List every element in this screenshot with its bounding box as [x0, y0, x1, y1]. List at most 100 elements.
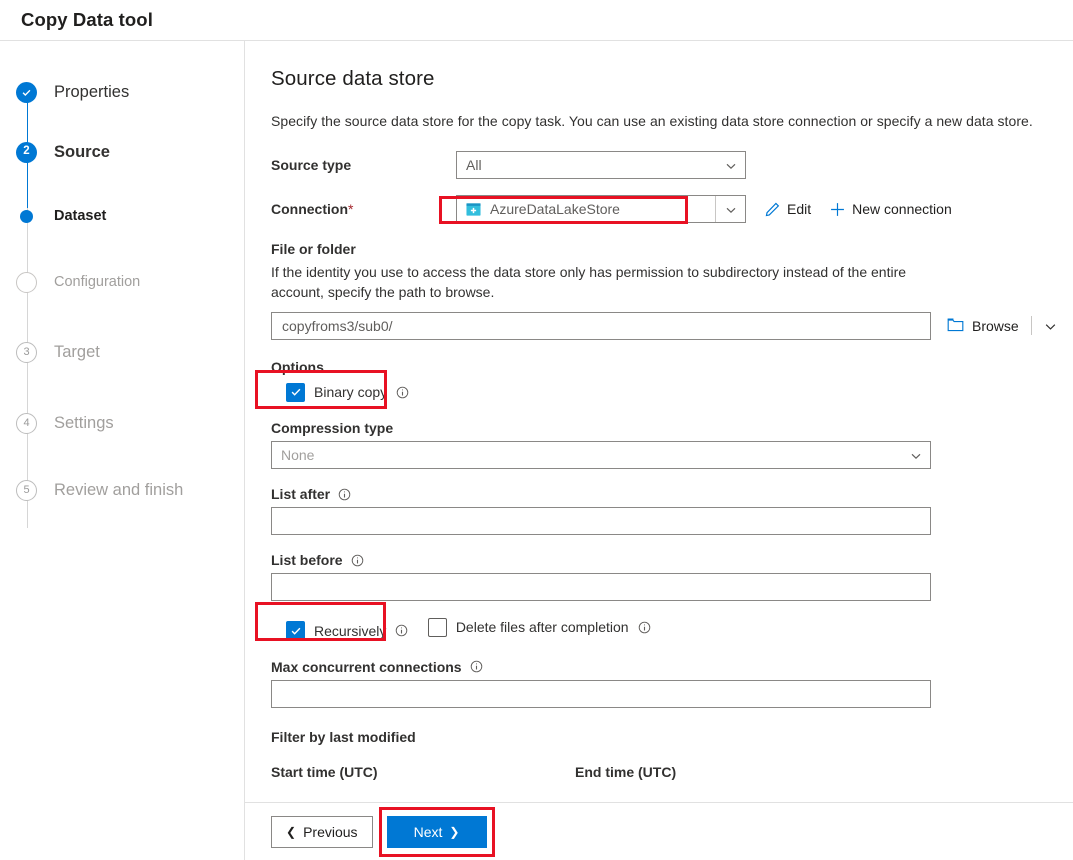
next-label: Next — [413, 823, 443, 840]
step-number-badge: 5 — [16, 479, 37, 501]
compression-type-label: Compression type — [271, 420, 1056, 436]
browse-chevron-down-icon[interactable] — [1044, 320, 1056, 332]
binary-copy-label: Binary copy — [314, 384, 388, 401]
azure-data-lake-store-icon — [466, 202, 481, 217]
sidebar-item-properties[interactable]: Properties — [0, 65, 244, 119]
sidebar-item-review-and-finish[interactable]: 5 Review and finish — [0, 459, 244, 521]
connection-value-text: AzureDataLakeStore — [490, 201, 620, 217]
list-before-label: List before — [271, 552, 1056, 568]
info-icon[interactable] — [351, 554, 364, 567]
info-icon[interactable] — [396, 386, 409, 399]
options-label: Options — [271, 358, 324, 375]
list-after-label: List after — [271, 486, 1056, 502]
step-number-badge: 4 — [16, 412, 37, 434]
connection-label: Connection* — [271, 201, 456, 217]
end-time-label: End time (UTC) — [575, 763, 677, 780]
pencil-icon — [764, 201, 781, 218]
app-header: Copy Data tool — [0, 0, 1073, 41]
new-connection-label: New connection — [852, 201, 952, 217]
app-title: Copy Data tool — [21, 9, 153, 30]
step-check-icon — [16, 81, 37, 103]
sidebar-item-dataset[interactable]: Dataset — [0, 185, 244, 247]
copy-data-tool-window: Copy Data tool Properties 2 Source Datas… — [0, 0, 1073, 860]
step-empty-circle-icon — [16, 271, 37, 293]
sidebar-item-label: Dataset — [54, 208, 107, 224]
previous-label: Previous — [303, 823, 358, 840]
browse-button[interactable]: Browse — [947, 317, 1019, 335]
browse-controls: Browse — [947, 316, 1056, 336]
filter-by-last-modified-label: Filter by last modified — [271, 728, 416, 745]
max-concurrent-connections-input[interactable] — [271, 679, 931, 708]
file-path-input[interactable]: copyfroms3/sub0/ — [271, 311, 931, 340]
chevron-down-icon — [725, 203, 737, 215]
delete-files-checkbox[interactable] — [427, 617, 447, 637]
wizard-footer: ❮ Previous Next ❯ — [245, 802, 1073, 860]
source-type-label: Source type — [271, 157, 352, 173]
recursively-checkbox[interactable] — [286, 621, 305, 641]
recursively-label: Recursively — [314, 622, 387, 639]
sidebar-item-target[interactable]: 3 Target — [0, 317, 244, 387]
info-icon[interactable] — [638, 621, 651, 634]
chevron-down-icon — [725, 159, 737, 171]
browse-label: Browse — [972, 317, 1019, 334]
connection-controls: AzureDataLakeStore Edit New connection — [456, 195, 952, 223]
body-split: Properties 2 Source Dataset Configuratio… — [0, 41, 1073, 860]
binary-copy-checkbox-row[interactable]: Binary copy — [286, 382, 409, 402]
info-icon[interactable] — [338, 488, 351, 501]
start-time-label: Start time (UTC) — [271, 763, 378, 780]
required-indicator: * — [348, 201, 354, 217]
wizard-stepper-sidebar: Properties 2 Source Dataset Configuratio… — [0, 41, 245, 860]
sidebar-item-label: Settings — [54, 413, 114, 432]
sidebar-item-label: Target — [54, 342, 100, 361]
file-or-folder-label: File or folder — [271, 241, 356, 257]
edit-label: Edit — [787, 201, 812, 217]
chevron-down-icon — [910, 449, 922, 461]
folder-icon — [947, 317, 964, 335]
source-type-value: All — [466, 157, 482, 173]
delete-files-label: Delete files after completion — [455, 619, 629, 636]
sidebar-item-label: Configuration — [54, 274, 141, 290]
binary-copy-checkbox[interactable] — [286, 382, 305, 402]
sidebar-item-label: Properties — [54, 82, 130, 101]
plus-icon — [829, 201, 846, 218]
sidebar-item-source[interactable]: 2 Source — [0, 119, 244, 185]
file-path-row: copyfroms3/sub0/ Browse — [271, 311, 1056, 340]
recursively-checkbox-row[interactable]: Recursively — [286, 621, 408, 641]
new-connection-button[interactable]: New connection — [829, 201, 952, 218]
connection-select[interactable]: AzureDataLakeStore — [456, 195, 746, 223]
next-button-wrap: Next ❯ — [378, 806, 495, 857]
page-title: Source data store — [271, 67, 435, 90]
source-type-select[interactable]: All — [456, 151, 746, 179]
file-or-folder-help: If the identity you use to access the da… — [271, 264, 907, 301]
max-concurrent-connections-label-text: Max concurrent connections — [271, 658, 462, 675]
info-icon[interactable] — [395, 624, 408, 637]
connection-row: Connection* AzureDataLakeStore Edit New … — [271, 195, 1056, 223]
list-after-label-text: List after — [271, 486, 331, 503]
max-concurrent-connections-label: Max concurrent connections — [271, 659, 1056, 675]
connection-label-text: Connection — [271, 201, 348, 217]
sidebar-item-configuration[interactable]: Configuration — [0, 247, 244, 317]
source-data-store-form: Source data store Specify the source dat… — [245, 41, 1073, 801]
step-number-badge: 3 — [16, 341, 37, 363]
info-icon[interactable] — [470, 660, 483, 673]
connection-dropdown-arrow[interactable] — [715, 196, 745, 222]
filter-time-row: Start time (UTC) End time (UTC) — [271, 764, 1056, 780]
previous-button[interactable]: ❮ Previous — [271, 815, 373, 848]
delete-files-checkbox-row[interactable]: Delete files after completion — [427, 617, 651, 637]
list-before-label-text: List before — [271, 552, 343, 569]
sidebar-item-settings[interactable]: 4 Settings — [0, 387, 244, 459]
list-after-input[interactable] — [271, 507, 931, 536]
step-dot-icon — [16, 206, 37, 227]
edit-connection-button[interactable]: Edit — [764, 201, 811, 218]
main-panel: Source data store Specify the source dat… — [245, 41, 1073, 860]
connection-selected-value[interactable]: AzureDataLakeStore — [457, 196, 715, 222]
compression-type-select[interactable]: None — [271, 441, 931, 470]
next-button[interactable]: Next ❯ — [386, 815, 487, 848]
browse-separator — [1030, 316, 1032, 336]
step-number-badge: 2 — [16, 141, 37, 163]
sidebar-item-label: Source — [54, 142, 110, 161]
source-type-row: Source type All — [271, 151, 1056, 179]
list-before-input[interactable] — [271, 573, 931, 602]
chevron-left-icon: ❮ — [286, 824, 297, 839]
compression-type-label-text: Compression type — [271, 420, 394, 437]
